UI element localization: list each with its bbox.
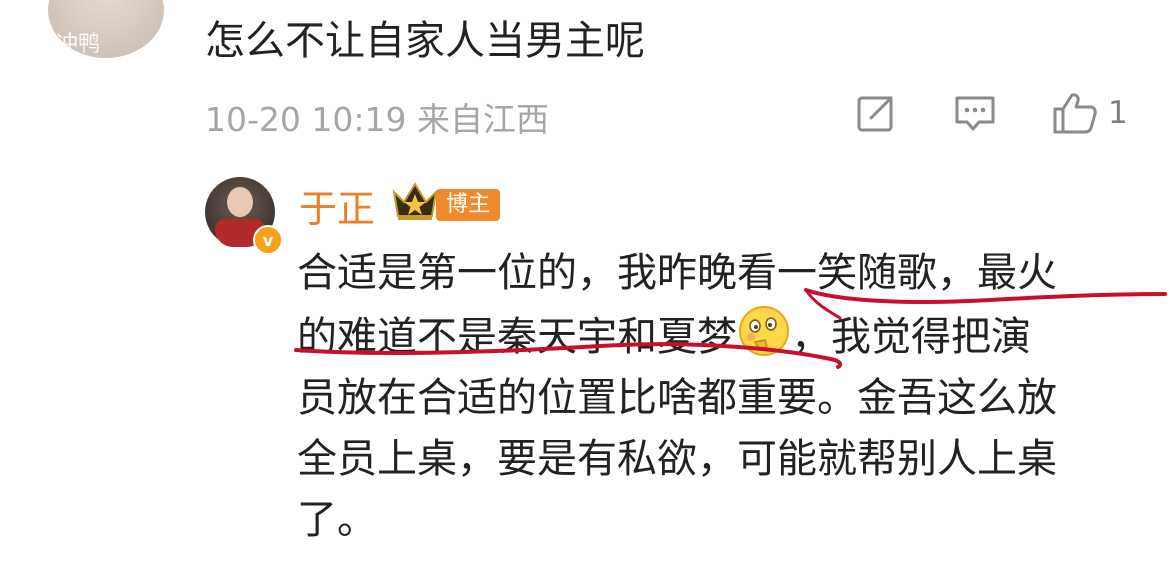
- like-button[interactable]: 1: [1052, 92, 1128, 134]
- reply-button[interactable]: [953, 92, 997, 134]
- reply-author-name[interactable]: 于正: [299, 178, 375, 233]
- reply-line-part: 的难道不是秦天宇和夏梦: [297, 314, 737, 360]
- thumbs-up-icon: [1053, 93, 1097, 134]
- commenter-avatar[interactable]: 冲鸭: [48, 0, 164, 58]
- comment-icon: [955, 96, 995, 131]
- reply-line: 的难道不是秦天宇和夏梦 ，我觉得把演: [297, 304, 1127, 368]
- reply-line: 全员上桌，要是有私欲，可能就帮别人上桌: [297, 436, 1057, 482]
- share-icon: [857, 96, 893, 132]
- blogger-badge: 博主: [436, 189, 501, 221]
- avatar-text: 冲鸭: [56, 32, 101, 57]
- reply-line: 合适是第一位的，我昨晚看一笑随歌，最火: [297, 250, 1057, 296]
- reply-avatar[interactable]: v: [205, 177, 283, 255]
- avatar-face: [227, 187, 253, 217]
- comment-text: 怎么不让自家人当男主呢: [205, 18, 645, 64]
- reply-body: 合适是第一位的，我昨晚看一笑随歌，最火 的难道不是秦天宇和夏梦 ，我觉得把演 员…: [297, 243, 1127, 551]
- share-button[interactable]: [855, 92, 897, 134]
- verified-icon: v: [253, 225, 283, 255]
- comment-meta: 10-20 10:19 来自江西: [205, 100, 549, 139]
- reply-line: 员放在合适的位置比啥都重要。金吾这么放: [297, 375, 1057, 421]
- reply-line-part: ，我觉得把演: [791, 314, 1031, 360]
- shy-face-emoji-icon: [739, 306, 789, 356]
- reply-line: 了。: [297, 497, 377, 543]
- like-count: 1: [1108, 95, 1128, 131]
- crown-icon: [392, 182, 438, 220]
